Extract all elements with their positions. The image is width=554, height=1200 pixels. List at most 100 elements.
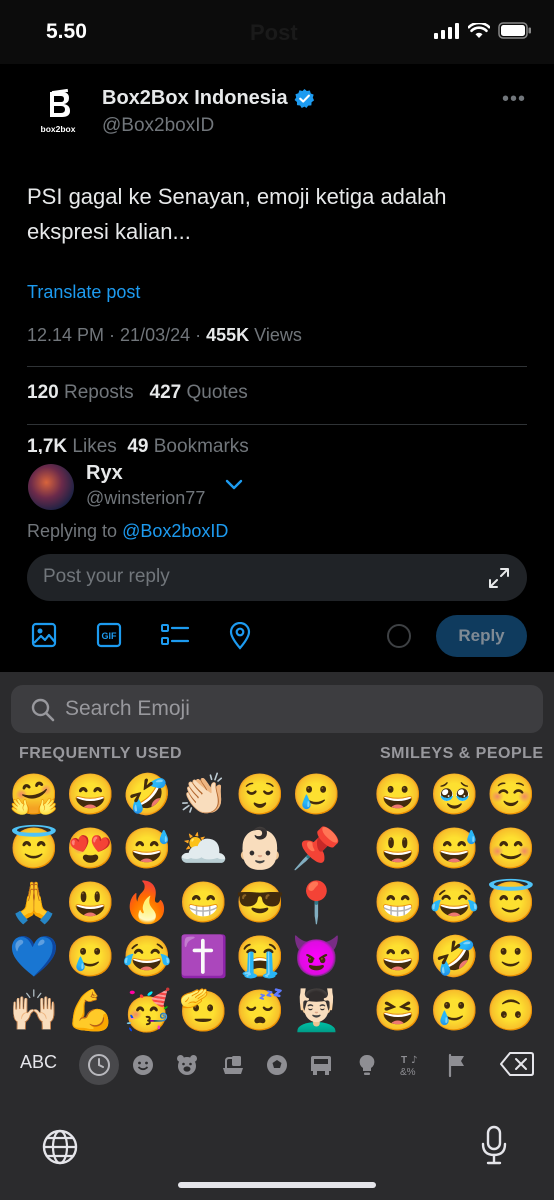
clock-icon[interactable] xyxy=(86,1052,112,1078)
likes-label[interactable]: Likes xyxy=(67,436,116,454)
bulb-icon[interactable] xyxy=(354,1052,380,1078)
translate-link[interactable]: Translate post xyxy=(27,282,140,303)
replying-to: Replying to @Box2boxID xyxy=(27,521,228,542)
emoji-key[interactable]: 📌 xyxy=(289,822,345,876)
author-name[interactable]: Box2Box Indonesia xyxy=(102,87,288,110)
emoji-key[interactable]: 😊 xyxy=(483,822,539,876)
symbols-icon[interactable]: T ♪ &% xyxy=(398,1052,424,1078)
views-label: Views xyxy=(249,325,302,345)
emoji-key[interactable]: 😅 xyxy=(119,822,175,876)
emoji-key[interactable]: 😇 xyxy=(483,876,539,930)
svg-text:GIF: GIF xyxy=(102,631,118,641)
bookmarks-count[interactable]: 49 xyxy=(127,436,148,454)
emoji-key[interactable]: 💪 xyxy=(63,984,119,1038)
emoji-key[interactable]: 🙏 xyxy=(6,876,62,930)
verified-badge-icon xyxy=(294,88,314,109)
chevron-down-icon[interactable] xyxy=(224,478,244,492)
emoji-key[interactable]: 😭 xyxy=(232,930,288,984)
box2box-logo[interactable]: box2box xyxy=(28,84,88,144)
emoji-key[interactable]: 😀 xyxy=(370,768,426,822)
emoji-key[interactable]: 🤣 xyxy=(119,768,175,822)
quotes-label[interactable]: Quotes xyxy=(181,382,248,403)
emoji-key[interactable]: 🥲 xyxy=(63,930,119,984)
expand-icon[interactable] xyxy=(488,567,510,589)
emoji-key[interactable]: 😌 xyxy=(232,768,288,822)
gif-icon[interactable]: GIF xyxy=(96,622,122,648)
emoji-key[interactable]: 🥹 xyxy=(427,768,483,822)
reposts-label[interactable]: Reposts xyxy=(59,382,134,403)
tweet-time: 12.14 PM · 21/03/24 · xyxy=(27,325,207,345)
location-icon[interactable] xyxy=(228,622,252,650)
flag-icon[interactable] xyxy=(444,1052,470,1078)
poll-icon[interactable] xyxy=(160,622,190,648)
emoji-key[interactable]: 🥳 xyxy=(119,984,175,1038)
emoji-key[interactable]: 😃 xyxy=(370,822,426,876)
emoji-key[interactable]: 🙃 xyxy=(483,984,539,1038)
char-count-progress xyxy=(387,624,411,648)
emoji-key[interactable]: 👶🏻 xyxy=(232,822,288,876)
emoji-key[interactable]: 💙 xyxy=(6,930,62,984)
microphone-icon[interactable] xyxy=(480,1125,508,1167)
emoji-key[interactable]: 🔥 xyxy=(119,876,175,930)
reply-user-name: Ryx xyxy=(86,462,123,484)
views-count[interactable]: 455K xyxy=(206,325,249,345)
emoji-key[interactable]: 😆 xyxy=(370,984,426,1038)
emoji-key[interactable]: 😍 xyxy=(63,822,119,876)
status-time: 5.50 xyxy=(46,20,87,43)
delete-key-icon[interactable] xyxy=(500,1051,534,1077)
globe-icon[interactable] xyxy=(40,1127,80,1167)
food-icon[interactable] xyxy=(220,1052,246,1078)
replying-to-handle[interactable]: @Box2boxID xyxy=(122,521,228,541)
status-icons xyxy=(434,22,532,39)
abc-key[interactable]: ABC xyxy=(20,1052,57,1073)
home-indicator[interactable] xyxy=(178,1182,376,1188)
emoji-key[interactable]: 😇 xyxy=(6,822,62,876)
emoji-key[interactable]: 😎 xyxy=(232,876,288,930)
tweet-meta: 12.14 PM · 21/03/24 · 455K Views xyxy=(27,325,302,346)
smileys-people-label: SMILEYS & PEOPLE xyxy=(380,745,544,762)
emoji-key[interactable]: 😅 xyxy=(427,822,483,876)
smiley-icon[interactable] xyxy=(130,1052,156,1078)
reply-user-handle: @winsterion77 xyxy=(86,488,206,508)
emoji-key[interactable]: 😁 xyxy=(370,876,426,930)
emoji-key[interactable]: 🙌🏻 xyxy=(6,984,62,1038)
ball-icon[interactable] xyxy=(264,1052,290,1078)
bear-icon[interactable] xyxy=(174,1052,200,1078)
emoji-key[interactable]: 😴 xyxy=(232,984,288,1038)
emoji-key[interactable]: 😂 xyxy=(119,930,175,984)
emoji-key[interactable]: 🙂 xyxy=(483,930,539,984)
emoji-key[interactable]: 📍 xyxy=(289,876,345,930)
emoji-key[interactable]: 🌥️ xyxy=(176,822,232,876)
emoji-key[interactable]: 😈 xyxy=(289,930,345,984)
divider xyxy=(27,424,527,425)
emoji-key[interactable]: 🤣 xyxy=(427,930,483,984)
reply-placeholder[interactable]: Post your reply xyxy=(43,566,170,588)
emoji-key[interactable]: ✝️ xyxy=(176,930,232,984)
divider xyxy=(27,366,527,367)
emoji-key[interactable]: 🤗 xyxy=(6,768,62,822)
more-options-button[interactable]: ••• xyxy=(502,88,526,111)
reply-button[interactable]: Reply xyxy=(436,615,527,657)
emoji-key[interactable]: 😄 xyxy=(63,768,119,822)
quotes-count[interactable]: 427 xyxy=(150,382,182,403)
emoji-key[interactable]: 🫡 xyxy=(176,984,232,1038)
emoji-key[interactable]: 😄 xyxy=(370,930,426,984)
emoji-key[interactable]: 😁 xyxy=(176,876,232,930)
replying-prefix: Replying to xyxy=(27,521,123,541)
car-icon[interactable] xyxy=(308,1052,334,1078)
emoji-key[interactable]: 😃 xyxy=(63,876,119,930)
emoji-key[interactable]: ☺️ xyxy=(483,768,539,822)
image-icon[interactable] xyxy=(31,622,57,648)
avatar[interactable] xyxy=(28,464,74,510)
emoji-key[interactable]: 🥲 xyxy=(427,984,483,1038)
emoji-key[interactable]: 👏🏻 xyxy=(176,768,232,822)
emoji-search-placeholder[interactable]: Search Emoji xyxy=(65,697,190,721)
emoji-key[interactable]: 😂 xyxy=(427,876,483,930)
emoji-key[interactable]: 💆🏻‍♂️ xyxy=(289,984,345,1038)
author-handle[interactable]: @Box2boxID xyxy=(102,115,214,137)
emoji-key[interactable]: 🥲 xyxy=(289,768,345,822)
reposts-count[interactable]: 120 xyxy=(27,382,59,403)
likes-count[interactable]: 1,7K xyxy=(27,436,67,454)
bookmarks-label[interactable]: Bookmarks xyxy=(148,436,249,454)
author-name-row[interactable]: Box2Box Indonesia xyxy=(102,87,315,110)
